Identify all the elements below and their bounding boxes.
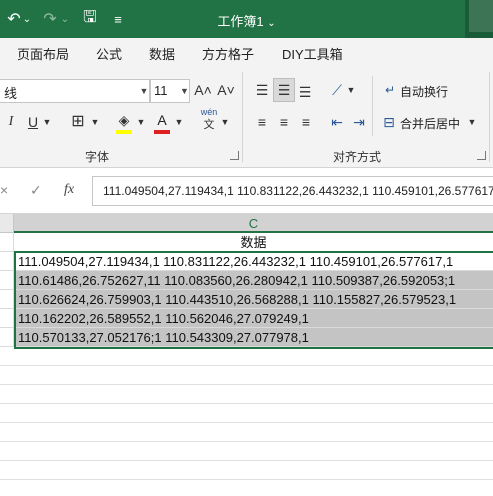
phonetic-icon[interactable]: 文 xyxy=(198,118,220,132)
merge-center-button[interactable]: 合并后居中 xyxy=(400,115,460,132)
cancel-icon[interactable]: × xyxy=(0,182,8,198)
chevron-down-icon[interactable]: ▼ xyxy=(346,80,356,100)
column-header-c[interactable]: C xyxy=(14,214,493,233)
align-middle-icon[interactable]: ☰ xyxy=(273,78,295,102)
chevron-down-icon[interactable]: ▼ xyxy=(138,79,150,103)
row-gutter xyxy=(0,233,14,252)
border-icon[interactable]: ⊞ xyxy=(68,112,88,132)
insert-function-icon[interactable]: fx xyxy=(64,182,74,198)
window-controls xyxy=(465,0,493,38)
underline-button[interactable]: U xyxy=(26,112,40,132)
chevron-down-icon[interactable]: ▼ xyxy=(90,112,100,132)
font-color-icon[interactable]: A xyxy=(154,110,170,130)
ribbon-tabs: 页面布局 公式 数据 方方格子 DIY工具箱 xyxy=(0,38,493,66)
row-gutter xyxy=(0,271,14,290)
tab-diy-toolbox[interactable]: DIY工具箱 xyxy=(282,44,343,63)
align-right-icon[interactable]: ≡ xyxy=(297,112,315,132)
wrap-text-button[interactable]: 自动换行 xyxy=(400,83,448,100)
row-header-gutter xyxy=(0,214,14,233)
shrink-font-button[interactable]: A˅ xyxy=(216,80,236,100)
row-gutter xyxy=(0,328,14,347)
italic-button[interactable]: I xyxy=(4,112,18,132)
empty-row[interactable] xyxy=(0,366,493,385)
empty-row[interactable] xyxy=(0,480,493,496)
header-cell[interactable]: 数据 xyxy=(14,233,493,252)
empty-row[interactable] xyxy=(0,423,493,442)
formula-input[interactable]: 111.049504,27.119434,1 110.831122,26.443… xyxy=(92,176,493,206)
enter-icon[interactable]: ✓ xyxy=(30,182,42,199)
chevron-down-icon[interactable]: ▼ xyxy=(174,112,184,132)
formula-bar: × ✓ fx 111.049504,27.119434,1 110.831122… xyxy=(0,168,493,214)
align-left-icon[interactable]: ≡ xyxy=(253,112,271,132)
decrease-indent-icon[interactable]: ⇤ xyxy=(328,112,346,132)
align-center-icon[interactable]: ≡ xyxy=(275,112,293,132)
wrap-text-icon[interactable]: ↵ xyxy=(382,80,398,100)
empty-row[interactable] xyxy=(0,347,493,366)
chevron-down-icon[interactable]: ▼ xyxy=(180,79,190,103)
align-bottom-icon[interactable]: ☰ xyxy=(296,82,314,102)
alignment-group-label: 对齐方式 xyxy=(333,150,382,164)
empty-row[interactable] xyxy=(0,461,493,480)
merge-center-icon[interactable]: ⊟ xyxy=(380,112,398,132)
title-bar: ↶ ⌄ ↷ ⌄ 🖫 ≡ 工作簿1 ⌄ xyxy=(0,0,493,38)
worksheet-grid[interactable]: C 数据 111.049504,27.119434,1 110.831122,2… xyxy=(0,214,493,496)
chevron-down-icon[interactable]: ▼ xyxy=(42,112,52,132)
fill-color-swatch xyxy=(116,130,132,134)
row-gutter xyxy=(0,290,14,309)
empty-row[interactable] xyxy=(0,404,493,423)
orientation-icon[interactable]: ⟋ xyxy=(328,80,346,100)
font-dialog-launcher-icon[interactable] xyxy=(230,151,239,160)
row-gutter xyxy=(0,309,14,328)
font-color-swatch xyxy=(154,130,170,134)
divider xyxy=(372,76,373,136)
align-top-icon[interactable]: ☰ xyxy=(253,80,271,100)
workbook-name: 工作簿1 xyxy=(217,14,264,29)
chevron-down-icon[interactable]: ▼ xyxy=(136,112,146,132)
grow-font-button[interactable]: A˄ xyxy=(193,80,213,100)
tab-data[interactable]: 数据 xyxy=(149,44,175,63)
increase-indent-icon[interactable]: ⇥ xyxy=(350,112,368,132)
chevron-down-icon[interactable]: ▼ xyxy=(220,112,230,132)
row-gutter xyxy=(0,252,14,271)
group-divider xyxy=(242,72,243,162)
title-chevron-icon: ⌄ xyxy=(267,18,276,29)
empty-row[interactable] xyxy=(0,442,493,461)
font-group-label: 字体 xyxy=(85,150,110,164)
chevron-down-icon[interactable]: ▼ xyxy=(467,112,477,132)
font-name-select[interactable]: 线 xyxy=(0,79,150,103)
alignment-dialog-launcher-icon[interactable] xyxy=(477,151,486,160)
window-title[interactable]: 工作簿1 ⌄ xyxy=(0,11,493,30)
tab-fangfang[interactable]: 方方格子 xyxy=(202,44,254,63)
empty-row[interactable] xyxy=(0,385,493,404)
ribbon: 线 ▼ 11 ▼ A˄ A˅ I U ▼ ⊞ ▼ ◈ ▼ A ▼ wén 文 ▼… xyxy=(0,66,493,168)
tab-formulas[interactable]: 公式 xyxy=(96,44,122,63)
group-divider xyxy=(489,72,490,162)
phonetic-top[interactable]: wén xyxy=(198,106,220,118)
selection-outline xyxy=(14,251,493,349)
tab-page-layout[interactable]: 页面布局 xyxy=(17,44,69,63)
fill-color-icon[interactable]: ◈ xyxy=(114,110,134,130)
